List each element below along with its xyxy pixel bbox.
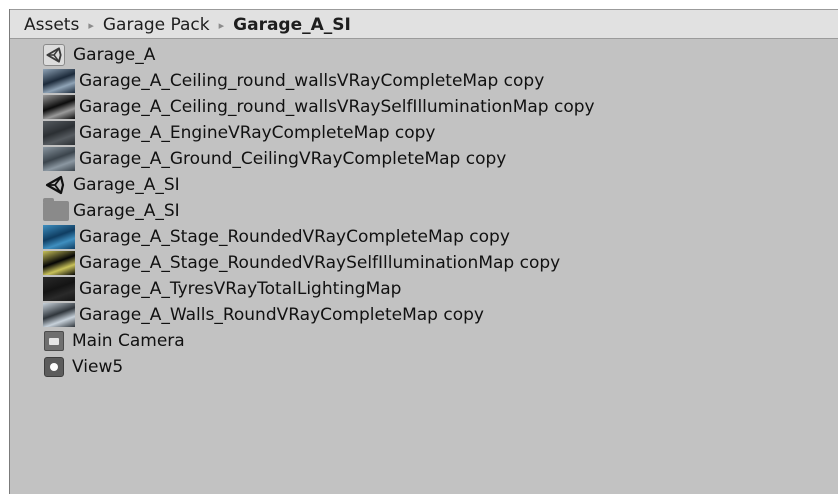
unity-prefab-icon xyxy=(43,173,67,197)
unity-scene-icon xyxy=(43,44,65,66)
asset-item[interactable]: Garage_A_Walls_RoundVRayCompleteMap copy xyxy=(10,302,838,328)
camera-icon xyxy=(44,331,64,351)
texture-icon xyxy=(43,121,75,145)
asset-name: Garage_A_Ground_CeilingVRayCompleteMap c… xyxy=(79,149,507,169)
asset-name: Garage_A xyxy=(73,45,156,65)
view-icon xyxy=(44,357,64,377)
breadcrumb-separator-icon: ▸ xyxy=(218,19,225,32)
folder-icon xyxy=(43,198,69,221)
asset-name: Garage_A_Ceiling_round_wallsVRayComplete… xyxy=(79,71,545,91)
asset-name: Garage_A_EngineVRayCompleteMap copy xyxy=(79,123,436,143)
asset-item[interactable]: Garage_A_Stage_RoundedVRayCompleteMap co… xyxy=(10,224,838,250)
asset-list: Garage_A Garage_A_Ceiling_round_wallsVRay… xyxy=(10,39,838,380)
texture-icon xyxy=(43,277,75,301)
asset-item[interactable]: Garage_A_TyresVRayTotalLightingMap xyxy=(10,276,838,302)
texture-icon xyxy=(43,95,75,119)
breadcrumb: Assets ▸ Garage Pack ▸ Garage_A_SI xyxy=(10,9,838,39)
asset-name: Garage_A_Stage_RoundedVRayCompleteMap co… xyxy=(79,227,510,247)
asset-name: Garage_A_SI xyxy=(73,175,180,195)
texture-icon xyxy=(43,69,75,93)
asset-item[interactable]: Garage_A xyxy=(10,42,838,68)
asset-item[interactable]: Garage_A_Ceiling_round_wallsVRayComplete… xyxy=(10,68,838,94)
asset-item[interactable]: Garage_A_Stage_RoundedVRaySelfIlluminati… xyxy=(10,250,838,276)
breadcrumb-current-folder[interactable]: Garage_A_SI xyxy=(233,15,351,35)
texture-icon xyxy=(43,303,75,327)
breadcrumb-garage-pack[interactable]: Garage Pack xyxy=(103,15,210,35)
texture-icon xyxy=(43,147,75,171)
asset-name: Garage_A_Walls_RoundVRayCompleteMap copy xyxy=(79,305,484,325)
asset-item[interactable]: View5 xyxy=(10,354,838,380)
asset-name: Garage_A_Stage_RoundedVRaySelfIlluminati… xyxy=(79,253,561,273)
asset-item[interactable]: Garage_A_SI xyxy=(10,198,838,224)
project-panel: Assets ▸ Garage Pack ▸ Garage_A_SI Garage_A G… xyxy=(9,9,838,494)
asset-name: View5 xyxy=(72,357,124,377)
asset-name: Main Camera xyxy=(72,331,185,351)
asset-item[interactable]: Main Camera xyxy=(10,328,838,354)
asset-item[interactable]: Garage_A_SI xyxy=(10,172,838,198)
asset-name: Garage_A_TyresVRayTotalLightingMap xyxy=(79,279,402,299)
asset-item[interactable]: Garage_A_Ground_CeilingVRayCompleteMap c… xyxy=(10,146,838,172)
asset-name: Garage_A_SI xyxy=(73,201,180,221)
asset-name: Garage_A_Ceiling_round_wallsVRaySelfIllu… xyxy=(79,97,595,117)
texture-icon xyxy=(43,225,75,249)
asset-item[interactable]: Garage_A_Ceiling_round_wallsVRaySelfIllu… xyxy=(10,94,838,120)
texture-icon xyxy=(43,251,75,275)
breadcrumb-assets[interactable]: Assets xyxy=(24,15,79,35)
asset-item[interactable]: Garage_A_EngineVRayCompleteMap copy xyxy=(10,120,838,146)
breadcrumb-separator-icon: ▸ xyxy=(88,19,94,32)
